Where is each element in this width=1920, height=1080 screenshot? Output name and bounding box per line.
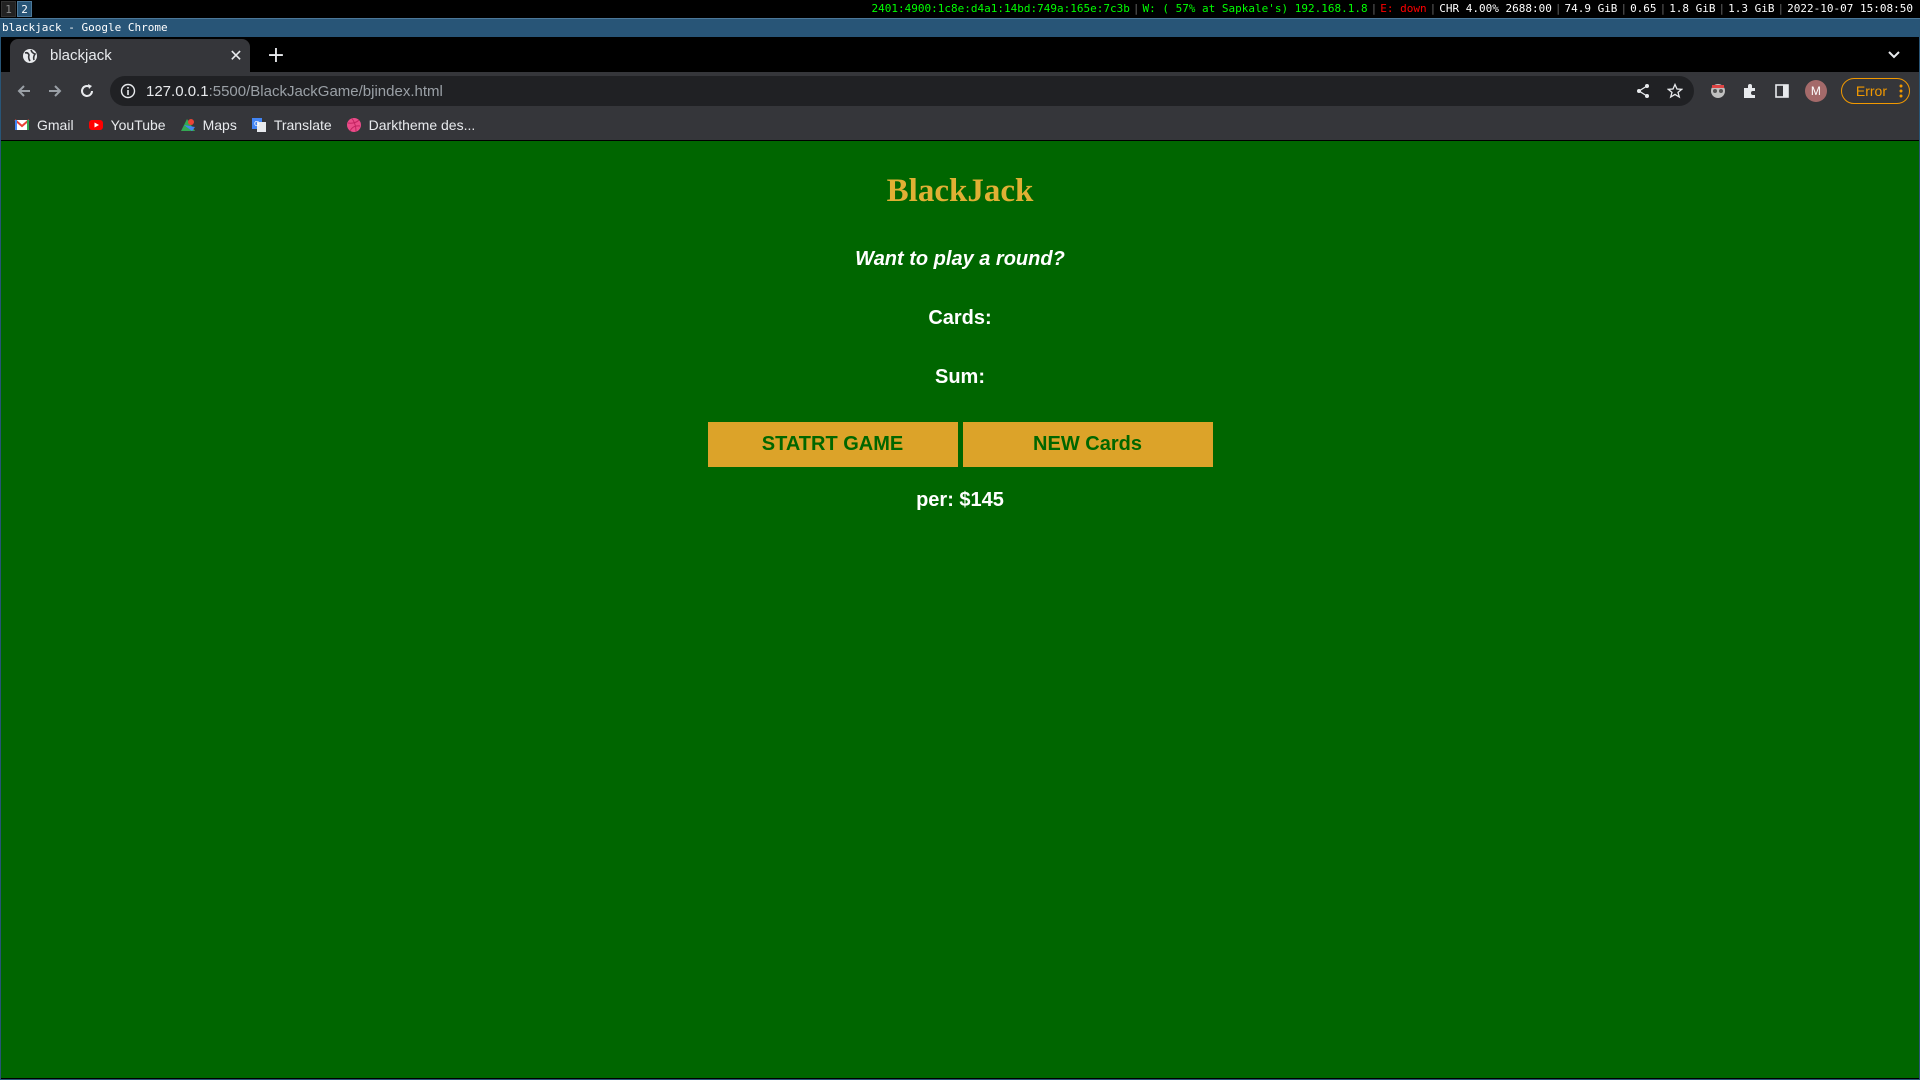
- bookmark-label: Darktheme des...: [368, 117, 476, 133]
- ethernet-status: E: down: [1380, 2, 1427, 15]
- bookmark-star-icon[interactable]: [1666, 82, 1684, 100]
- button-row: STATRT GAME NEW Cards: [1, 422, 1919, 467]
- cpu-status: CHR 4.00% 2688:00: [1439, 2, 1552, 15]
- bookmarks-bar: Gmail YouTube Maps G Translate Darktheme…: [0, 110, 1920, 141]
- extensions-puzzle-icon[interactable]: [1741, 82, 1759, 100]
- bookmark-label: Gmail: [37, 117, 74, 133]
- ipv6-status: 2401:4900:1c8e:d4a1:14bd:749a:165e:7c3b: [871, 2, 1130, 15]
- start-game-button[interactable]: STATRT GAME: [707, 422, 958, 467]
- error-button[interactable]: Error: [1840, 78, 1910, 104]
- dribbble-icon: [346, 118, 361, 132]
- share-icon[interactable]: [1634, 82, 1652, 100]
- forward-arrow-icon[interactable]: [41, 77, 69, 105]
- new-card-button[interactable]: NEW Cards: [962, 422, 1213, 467]
- bookmark-translate[interactable]: G Translate: [251, 117, 332, 133]
- window-title: blackjack - Google Chrome: [0, 18, 1920, 36]
- browser-chrome: blackjack ✕ + 127.0.0.1:5500/BlackJackGa…: [0, 36, 1920, 141]
- address-bar[interactable]: 127.0.0.1:5500/BlackJackGame/bjindex.htm…: [110, 76, 1694, 106]
- tab-title: blackjack: [50, 47, 112, 64]
- globe-icon: [23, 48, 37, 63]
- extension-mask-icon[interactable]: [1709, 82, 1727, 100]
- youtube-icon: [88, 120, 103, 130]
- workspace-1-button[interactable]: 1: [1, 1, 16, 17]
- toolbar: 127.0.0.1:5500/BlackJackGame/bjindex.htm…: [0, 72, 1920, 110]
- kebab-menu-icon: [1899, 84, 1903, 98]
- status-bar: 1 2 2401:4900:1c8e:d4a1:14bd:749a:165e:7…: [0, 0, 1920, 18]
- page-content: BlackJack Want to play a round? Cards: S…: [1, 141, 1919, 1078]
- back-arrow-icon[interactable]: [10, 77, 38, 105]
- swap-status: 1.3 GiB: [1728, 2, 1775, 15]
- site-info-icon[interactable]: [120, 83, 136, 99]
- side-panel-icon[interactable]: [1773, 82, 1791, 100]
- bookmark-maps[interactable]: Maps: [180, 117, 237, 133]
- memory-status: 1.8 GiB: [1669, 2, 1716, 15]
- workspace-2-button[interactable]: 2: [17, 1, 32, 17]
- url-path: :5500/BlackJackGame/bjindex.html: [208, 82, 443, 100]
- profile-avatar[interactable]: M: [1804, 80, 1827, 102]
- wifi-status: W: ( 57% at Sapkale's) 192.168.1.8: [1142, 2, 1368, 15]
- datetime-status: 2022-10-07 15:08:50: [1787, 2, 1913, 15]
- cards-text: Cards:: [928, 307, 992, 329]
- tab-strip: blackjack ✕ +: [0, 36, 1920, 72]
- bookmark-youtube[interactable]: YouTube: [88, 117, 166, 133]
- gmail-icon: [14, 119, 30, 130]
- player-chips-text: per: $145: [916, 489, 1004, 511]
- reload-icon[interactable]: [73, 77, 101, 105]
- tab-search-chevron-icon[interactable]: [1880, 42, 1908, 70]
- error-label: Error: [1855, 83, 1887, 99]
- disk-status: 74.9 GiB: [1564, 2, 1618, 15]
- bookmark-label: Translate: [273, 117, 332, 133]
- tab-blackjack[interactable]: blackjack ✕: [10, 39, 250, 72]
- bookmark-gmail[interactable]: Gmail: [14, 117, 74, 133]
- bookmark-darktheme[interactable]: Darktheme des...: [346, 117, 476, 133]
- new-tab-button[interactable]: +: [262, 42, 290, 70]
- maps-icon: [180, 119, 195, 131]
- translate-icon: G: [251, 118, 266, 132]
- bookmark-label: Maps: [202, 117, 237, 133]
- svg-text:G: G: [254, 120, 259, 128]
- sum-text: Sum:: [935, 366, 985, 388]
- url-host: 127.0.0.1: [146, 82, 209, 100]
- game-title: BlackJack: [886, 173, 1034, 209]
- bookmark-label: YouTube: [110, 117, 166, 133]
- load-status: 0.65: [1630, 2, 1657, 15]
- tab-close-icon[interactable]: ✕: [222, 46, 250, 66]
- message-text: Want to play a round?: [855, 248, 1065, 270]
